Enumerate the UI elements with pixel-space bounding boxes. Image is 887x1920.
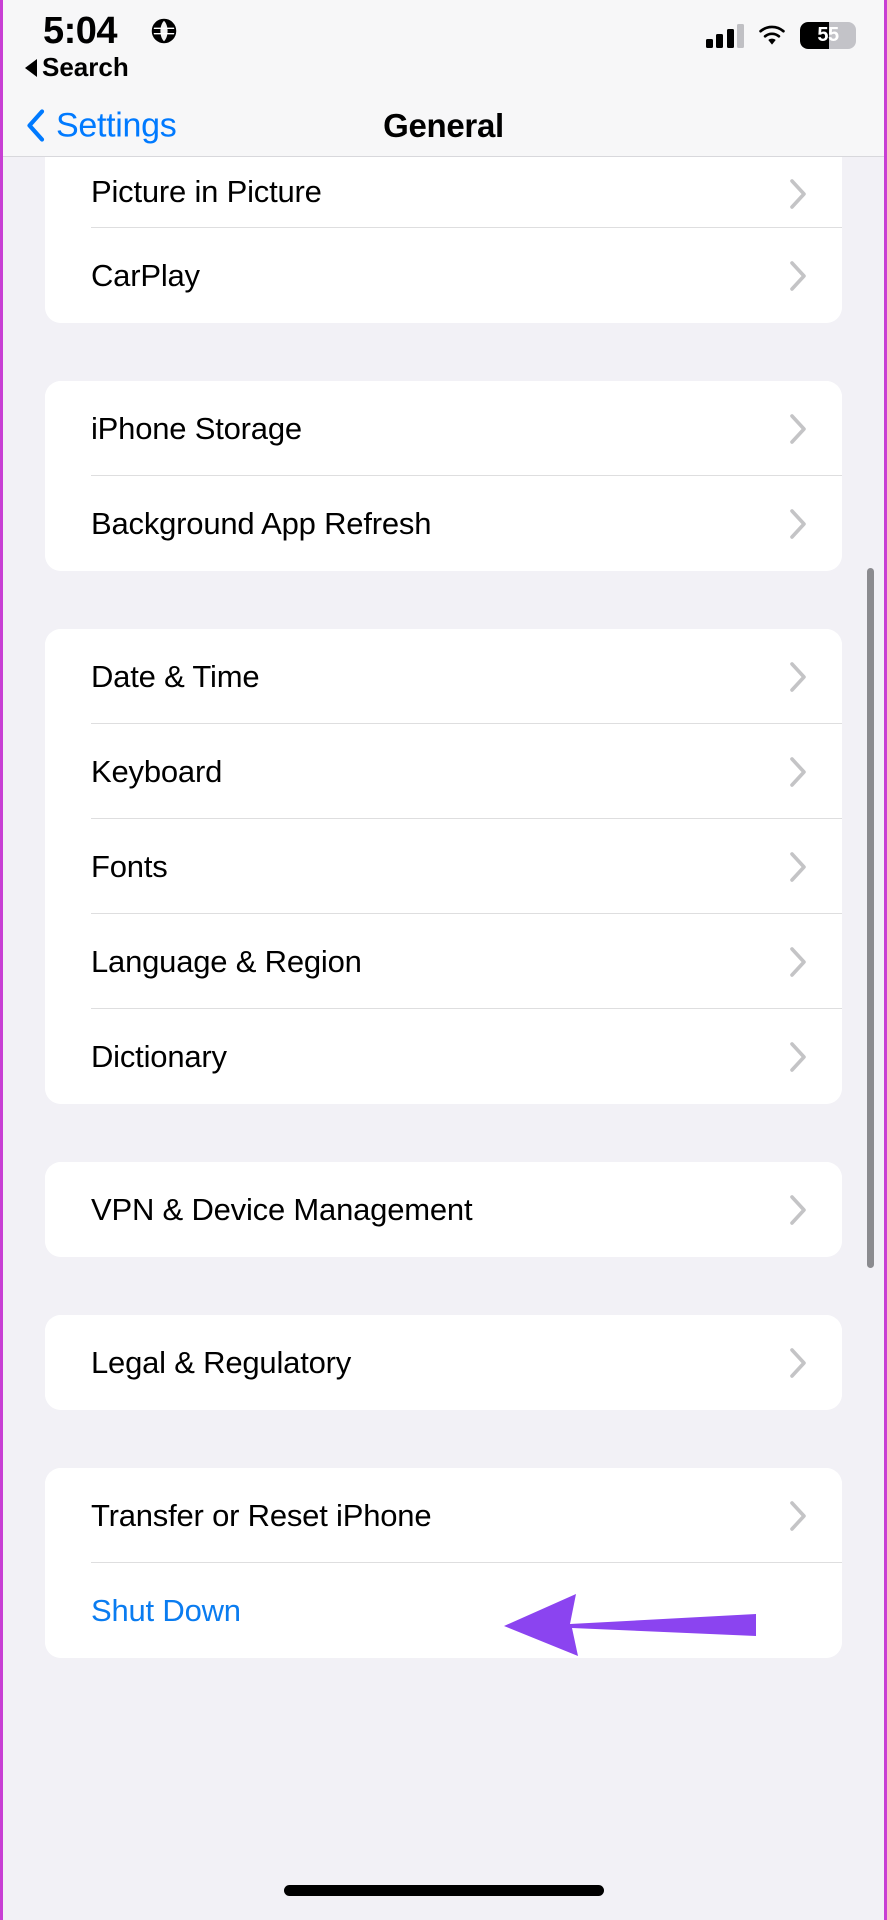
list-item-label: iPhone Storage — [91, 410, 302, 446]
bottom-safe-area — [3, 1848, 884, 1920]
globe-icon — [151, 18, 177, 44]
cellular-signal-icon — [705, 23, 744, 48]
list-item[interactable]: Transfer or Reset iPhone — [45, 1468, 842, 1563]
list-item[interactable]: Keyboard — [45, 724, 842, 819]
back-to-search-label: Search — [42, 52, 129, 82]
list-item[interactable]: iPhone Storage — [45, 381, 842, 476]
chevron-right-icon — [790, 946, 806, 977]
back-to-search-link[interactable]: Search — [25, 52, 129, 83]
list-item[interactable]: Language & Region — [45, 914, 842, 1009]
list-item[interactable]: Shut Down — [45, 1563, 842, 1658]
back-triangle-icon — [25, 58, 37, 77]
chevron-right-icon — [790, 1194, 806, 1225]
list-item[interactable]: Dictionary — [45, 1009, 842, 1104]
phone-screen: 5:04 55 Search Settings General Picture … — [0, 0, 887, 1920]
chevron-right-icon — [790, 260, 806, 291]
list-item-label: Dictionary — [91, 1038, 227, 1074]
chevron-right-icon — [790, 1347, 806, 1378]
chevron-right-icon — [790, 661, 806, 692]
list-item-label: Transfer or Reset iPhone — [91, 1497, 432, 1533]
group-reset: Transfer or Reset iPhone Shut Down — [45, 1468, 842, 1658]
list-item[interactable]: Picture in Picture — [45, 145, 842, 228]
battery-icon: 55 — [800, 22, 856, 49]
list-item-label: Language & Region — [91, 943, 362, 979]
list-item-label: Date & Time — [91, 658, 260, 694]
group-vpn: VPN & Device Management — [45, 1162, 842, 1257]
chevron-right-icon — [790, 756, 806, 787]
list-item-label: Picture in Picture — [91, 174, 322, 209]
group-storage: iPhone Storage Background App Refresh — [45, 381, 842, 571]
list-item-label: Legal & Regulatory — [91, 1344, 352, 1380]
list-item-label: Fonts — [91, 848, 168, 884]
status-bar: 5:04 55 — [3, 0, 884, 95]
chevron-right-icon — [790, 413, 806, 444]
group-legal: Legal & Regulatory — [45, 1315, 842, 1410]
list-item[interactable]: VPN & Device Management — [45, 1162, 842, 1257]
page-title: General — [383, 106, 504, 144]
chevron-right-icon — [790, 179, 806, 209]
list-item[interactable]: Background App Refresh — [45, 476, 842, 571]
chevron-right-icon — [790, 1500, 806, 1531]
list-item-label: Shut Down — [91, 1592, 241, 1628]
navigation-bar: Settings General — [3, 95, 884, 157]
status-bar-time: 5:04 — [43, 10, 118, 52]
home-indicator[interactable] — [283, 1885, 604, 1896]
chevron-right-icon — [790, 851, 806, 882]
list-item-label: CarPlay — [91, 257, 200, 293]
settings-list[interactable]: Picture in Picture CarPlay iPhone Storage B… — [3, 145, 884, 1920]
chevron-right-icon — [790, 1041, 806, 1072]
list-item[interactable]: Date & Time — [45, 629, 842, 724]
list-item[interactable]: Legal & Regulatory — [45, 1315, 842, 1410]
list-item[interactable]: Fonts — [45, 819, 842, 914]
chevron-right-icon — [790, 508, 806, 539]
list-item-label: VPN & Device Management — [91, 1191, 473, 1227]
wifi-icon — [759, 25, 785, 45]
vertical-scrollbar[interactable] — [867, 568, 874, 1268]
list-item-label: Background App Refresh — [91, 505, 432, 541]
list-item-label: Keyboard — [91, 753, 223, 789]
status-bar-indicators: 55 — [705, 22, 856, 49]
battery-percent-label: 55 — [817, 24, 839, 46]
list-item[interactable]: CarPlay — [45, 228, 842, 323]
group-display: Picture in Picture CarPlay — [45, 145, 842, 323]
group-locale: Date & Time Keyboard Fonts Language & Regio… — [45, 629, 842, 1104]
